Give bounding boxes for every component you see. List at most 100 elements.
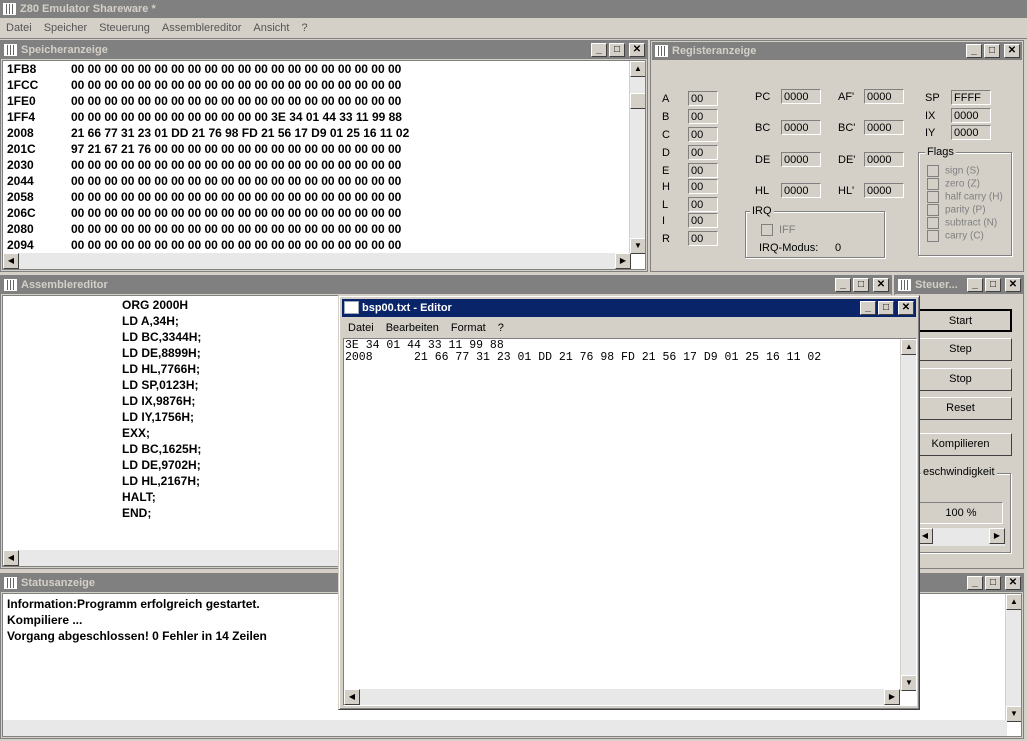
speed-value[interactable]: 100 % <box>917 502 1003 524</box>
scroll-up-icon[interactable]: ▲ <box>630 61 645 77</box>
stop-button[interactable]: Stop <box>909 368 1012 391</box>
reg-value-h[interactable]: 00 <box>688 179 718 194</box>
scroll-down-icon[interactable]: ▼ <box>1006 706 1021 722</box>
scroll-up-icon[interactable]: ▲ <box>1006 594 1021 610</box>
close-button[interactable]: ✕ <box>1005 576 1021 590</box>
scroll-right-icon[interactable]: ▶ <box>989 528 1005 544</box>
reg-value-hl[interactable]: 0000 <box>781 183 821 198</box>
reg-value-a[interactable]: 00 <box>688 91 718 106</box>
reg-value-bc2[interactable]: 0000 <box>864 120 904 135</box>
flag-checkbox[interactable]: sign (S) <box>927 165 979 177</box>
reset-button[interactable]: Reset <box>909 397 1012 420</box>
menu-assemblereditor[interactable]: Assemblereditor <box>156 22 247 34</box>
flag-checkbox[interactable]: subtract (N) <box>927 217 997 229</box>
maximize-button[interactable]: □ <box>985 278 1001 292</box>
notepad-menu-help[interactable]: ? <box>492 322 510 334</box>
reg-value-i[interactable]: 00 <box>688 213 718 228</box>
scroll-up-icon[interactable]: ▲ <box>901 339 916 355</box>
notepad-textarea[interactable]: 3E 34 01 44 33 11 99 88 2008 21 66 77 31 … <box>343 338 917 706</box>
menu-speicher[interactable]: Speicher <box>38 22 93 34</box>
reg-value-c[interactable]: 00 <box>688 127 718 142</box>
reg-value-sp[interactable]: FFFF <box>951 90 991 105</box>
speed-scrollbar[interactable]: ◀ ▶ <box>917 528 1005 546</box>
checkbox-icon[interactable] <box>927 191 939 203</box>
step-button[interactable]: Step <box>909 338 1012 361</box>
window-icon <box>4 279 17 291</box>
notepad-vscrollbar[interactable]: ▲ ▼ <box>900 339 916 691</box>
reg-value-ix[interactable]: 0000 <box>951 108 991 123</box>
reg-value-iy[interactable]: 0000 <box>951 125 991 140</box>
scroll-right-icon[interactable]: ▶ <box>884 689 900 705</box>
menu-steuerung[interactable]: Steuerung <box>93 22 156 34</box>
notepad-menu-format[interactable]: Format <box>445 322 492 334</box>
checkbox-icon[interactable] <box>927 165 939 177</box>
reg-label-l: L <box>662 199 669 211</box>
menu-datei[interactable]: Datei <box>0 22 38 34</box>
scroll-right-icon[interactable]: ▶ <box>615 253 631 269</box>
minimize-button[interactable]: _ <box>835 278 851 292</box>
maximize-button[interactable]: □ <box>609 43 625 57</box>
flag-checkbox[interactable]: half carry (H) <box>927 191 1003 203</box>
close-button[interactable]: ✕ <box>1005 278 1021 292</box>
register-titlebar[interactable]: Registeranzeige _ □ ✕ <box>652 42 1022 60</box>
minimize-button[interactable]: _ <box>860 301 876 315</box>
reg-value-pc[interactable]: 0000 <box>781 89 821 104</box>
checkbox-icon[interactable] <box>927 217 939 229</box>
reg-value-e[interactable]: 00 <box>688 163 718 178</box>
flag-checkbox[interactable]: zero (Z) <box>927 178 980 190</box>
scroll-thumb[interactable] <box>630 93 645 109</box>
start-button[interactable]: Start <box>909 309 1012 332</box>
status-hscrollbar[interactable] <box>3 720 1007 736</box>
minimize-button[interactable]: _ <box>966 44 982 58</box>
maximize-button[interactable]: □ <box>853 278 869 292</box>
maximize-button[interactable]: □ <box>984 44 1000 58</box>
scroll-left-icon[interactable]: ◀ <box>344 689 360 705</box>
memory-titlebar[interactable]: Speicheranzeige _ □ ✕ <box>1 41 647 59</box>
notepad-hscrollbar[interactable]: ◀ ▶ <box>344 689 900 705</box>
notepad-titlebar[interactable]: bsp00.txt - Editor _ □ ✕ <box>342 299 916 317</box>
checkbox-icon[interactable] <box>761 224 773 237</box>
close-button[interactable]: ✕ <box>898 301 914 315</box>
reg-value-de2[interactable]: 0000 <box>864 152 904 167</box>
reg-value-de[interactable]: 0000 <box>781 152 821 167</box>
reg-value-d[interactable]: 00 <box>688 145 718 160</box>
minimize-button[interactable]: _ <box>967 576 983 590</box>
reg-value-bc[interactable]: 0000 <box>781 120 821 135</box>
scroll-left-icon[interactable]: ◀ <box>3 253 19 269</box>
app-icon[interactable] <box>3 3 16 15</box>
flag-checkbox[interactable]: parity (P) <box>927 204 986 216</box>
close-button[interactable]: ✕ <box>873 278 889 292</box>
minimize-button[interactable]: _ <box>591 43 607 57</box>
checkbox-icon[interactable] <box>927 204 939 216</box>
maximize-button[interactable]: □ <box>985 576 1001 590</box>
iff-checkbox[interactable]: IFF <box>761 224 796 237</box>
notepad-menu-datei[interactable]: Datei <box>342 322 380 334</box>
reg-value-af2[interactable]: 0000 <box>864 89 904 104</box>
scroll-down-icon[interactable]: ▼ <box>630 238 645 254</box>
flags-label: Flags <box>925 146 956 158</box>
close-button[interactable]: ✕ <box>629 43 645 57</box>
compile-button[interactable]: Kompilieren <box>909 433 1012 456</box>
memory-hscrollbar[interactable]: ◀ ▶ <box>3 253 631 269</box>
control-titlebar[interactable]: Steuer... _ □ ✕ <box>895 276 1023 294</box>
status-vscrollbar[interactable]: ▲ ▼ <box>1005 594 1021 722</box>
close-button[interactable]: ✕ <box>1004 44 1020 58</box>
scroll-down-icon[interactable]: ▼ <box>901 675 916 691</box>
reg-value-r[interactable]: 00 <box>688 231 718 246</box>
reg-value-hl2[interactable]: 0000 <box>864 183 904 198</box>
reg-value-b[interactable]: 00 <box>688 109 718 124</box>
maximize-button[interactable]: □ <box>878 301 894 315</box>
scroll-left-icon[interactable]: ◀ <box>3 550 19 566</box>
minimize-button[interactable]: _ <box>967 278 983 292</box>
menu-ansicht[interactable]: Ansicht <box>247 22 295 34</box>
checkbox-icon[interactable] <box>927 178 939 190</box>
memory-vscrollbar[interactable]: ▲ ▼ <box>629 61 645 254</box>
notepad-menu-bearbeiten[interactable]: Bearbeiten <box>380 322 445 334</box>
checkbox-icon[interactable] <box>927 230 939 242</box>
menu-help[interactable]: ? <box>295 22 313 34</box>
memory-bytes: 00 00 00 00 00 00 00 00 00 00 00 00 00 0… <box>71 206 402 220</box>
reg-value-l[interactable]: 00 <box>688 197 718 212</box>
memory-bytes: 00 00 00 00 00 00 00 00 00 00 00 00 00 0… <box>71 222 402 236</box>
flag-checkbox[interactable]: carry (C) <box>927 230 984 242</box>
asm-titlebar[interactable]: Assemblereditor _ □ ✕ <box>1 276 891 294</box>
